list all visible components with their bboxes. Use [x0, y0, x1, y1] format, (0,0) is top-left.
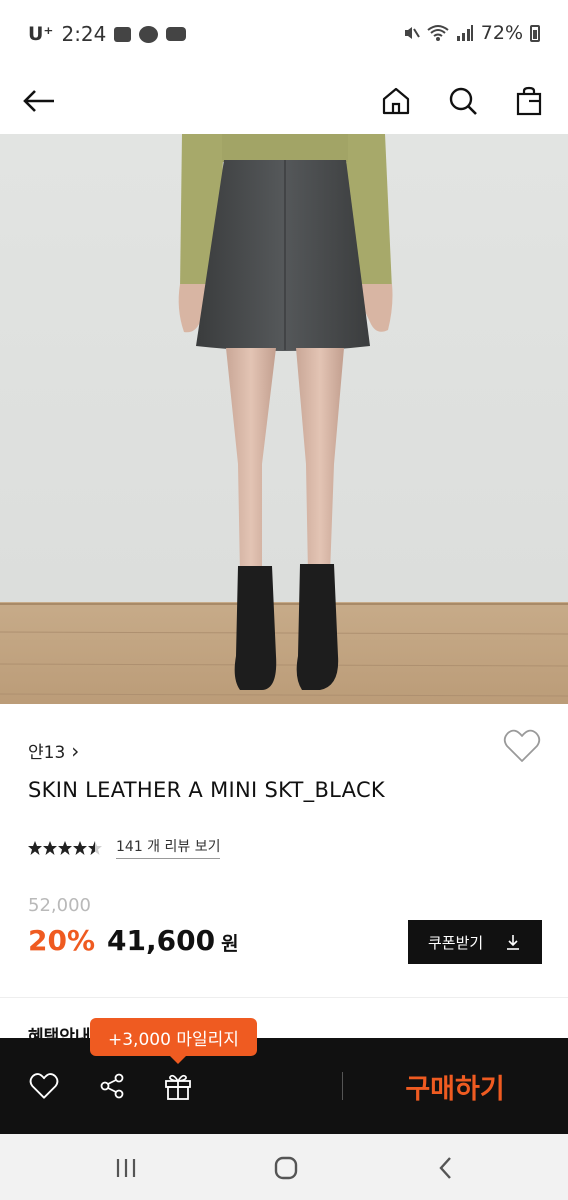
wifi-icon: [427, 25, 449, 41]
gift-icon: [165, 1074, 191, 1100]
coupon-button-label: 쿠폰받기: [428, 933, 484, 952]
discount-rate: 20%: [28, 924, 96, 957]
bottom-action-bar: 구매하기: [0, 1038, 568, 1134]
original-price: 52,000: [28, 895, 91, 916]
carrier-label: U⁺: [28, 23, 54, 45]
home-nav-button[interactable]: [266, 1152, 306, 1184]
youtube-notification-icon: [166, 27, 187, 41]
bar-separator: [342, 1072, 343, 1100]
gallery-notification-icon: [114, 26, 132, 42]
share-button[interactable]: [94, 1068, 130, 1104]
heart-icon: [29, 1073, 59, 1099]
signal-icon: [456, 25, 473, 41]
recent-apps-button[interactable]: [106, 1152, 146, 1184]
rating-stars: [28, 840, 102, 855]
cart-button[interactable]: [506, 78, 552, 124]
chevron-left-icon: [439, 1157, 451, 1179]
recent-apps-icon: [116, 1159, 136, 1177]
share-icon: [100, 1073, 124, 1099]
product-title: SKIN LEATHER A MINI SKT_BLACK: [28, 778, 385, 802]
chevron-right-icon: ›: [71, 738, 80, 763]
section-divider: [0, 997, 568, 998]
kakaotalk-notification-icon: [139, 25, 159, 43]
currency-label: 원: [221, 933, 239, 955]
clock: 2:24: [61, 22, 107, 46]
shopping-bag-icon: [516, 86, 542, 116]
price-row: 20% 41,600 원: [28, 924, 239, 957]
app-header: [0, 70, 568, 134]
mute-icon: [404, 27, 420, 39]
search-icon: [449, 87, 477, 115]
star-icon: [28, 840, 42, 855]
status-bar: U⁺ 2:24 72%: [0, 0, 568, 70]
star-half-icon: [88, 840, 102, 855]
back-nav-button[interactable]: [426, 1152, 466, 1184]
product-image[interactable]: [0, 134, 568, 704]
heart-icon: [503, 729, 541, 762]
mileage-tooltip: +3,000 마일리지: [90, 1018, 257, 1064]
home-circle-icon: [274, 1156, 298, 1180]
system-nav-bar: [0, 1134, 568, 1200]
home-button[interactable]: [373, 78, 419, 124]
search-button[interactable]: [440, 78, 486, 124]
sale-price: 41,600: [107, 924, 216, 957]
back-button[interactable]: [16, 78, 62, 124]
rating-row: 141 개 리뷰 보기: [28, 836, 221, 859]
brand-name: 얀13: [28, 743, 66, 763]
star-icon: [58, 840, 72, 855]
battery-icon: [530, 24, 540, 42]
arrow-left-icon: [23, 90, 54, 112]
coupon-button[interactable]: 쿠폰받기: [408, 920, 542, 964]
gift-button[interactable]: [160, 1068, 196, 1104]
buy-button[interactable]: 구매하기: [380, 1062, 530, 1110]
review-link[interactable]: 141 개 리뷰 보기: [116, 836, 221, 859]
battery-percent: 72%: [480, 22, 523, 44]
brand-link[interactable]: 얀13 ›: [28, 738, 80, 764]
home-icon: [382, 87, 410, 115]
star-icon: [43, 840, 57, 855]
wishlist-bar-button[interactable]: [26, 1068, 62, 1104]
download-icon: [507, 935, 519, 950]
star-icon: [73, 840, 87, 855]
wishlist-button[interactable]: [503, 728, 541, 766]
